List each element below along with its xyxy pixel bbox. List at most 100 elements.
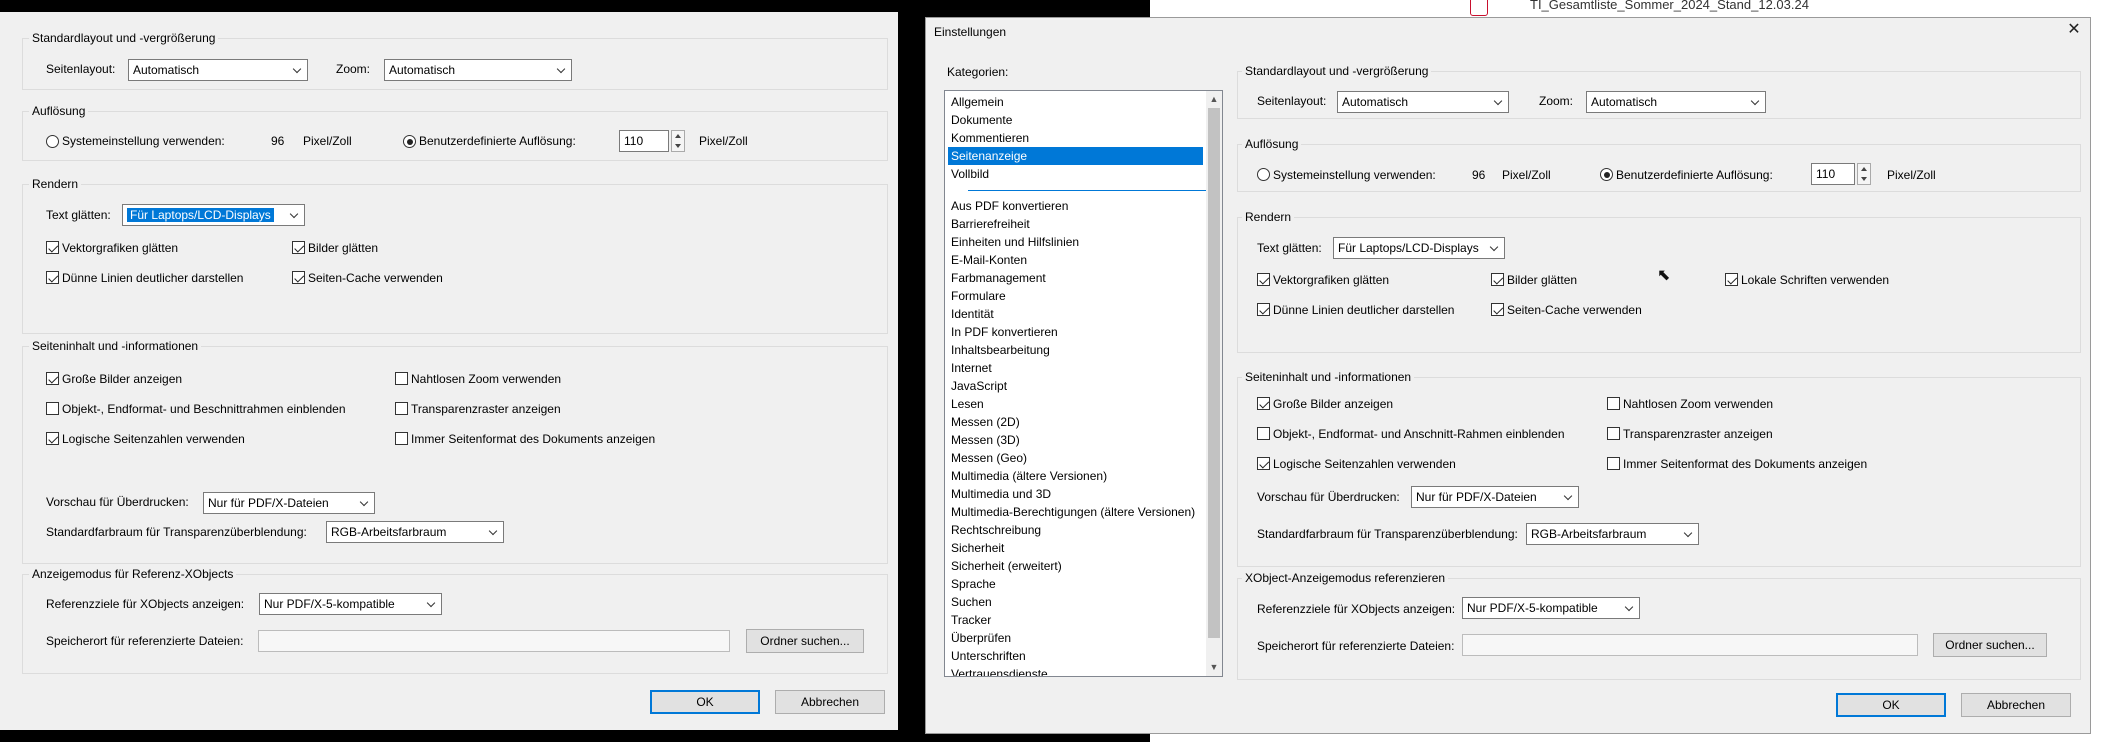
vector-smooth-checkbox[interactable] — [1257, 273, 1270, 286]
large-images-label: Große Bilder anzeigen — [62, 372, 183, 386]
category-item[interactable]: Vollbild — [948, 165, 989, 183]
large-images-checkbox[interactable] — [46, 372, 59, 385]
list-scrollbar[interactable]: ▲ ▼ — [1206, 91, 1222, 676]
referenced-location-field[interactable] — [1462, 634, 1918, 656]
category-item[interactable]: Inhaltsbearbeitung — [948, 341, 1050, 359]
page-layout-select[interactable]: Automatisch — [1337, 91, 1509, 113]
seamless-zoom-checkbox[interactable] — [395, 372, 408, 385]
category-item[interactable]: Allgemein — [948, 93, 1004, 111]
category-item[interactable]: Dokumente — [948, 111, 1012, 129]
xobject-targets-label: Referenzziele für XObjects anzeigen: — [1257, 602, 1456, 616]
overprint-select[interactable]: Nur für PDF/X-Dateien — [1411, 486, 1579, 508]
category-item[interactable]: Sprache — [948, 575, 996, 593]
cancel-button[interactable]: Abbrechen — [1961, 693, 2071, 717]
category-item[interactable]: Multimedia und 3D — [948, 485, 1051, 503]
transparency-grid-checkbox[interactable] — [1607, 427, 1620, 440]
thin-lines-checkbox[interactable] — [46, 271, 59, 284]
large-images-checkbox[interactable] — [1257, 397, 1270, 410]
system-resolution-radio[interactable] — [46, 135, 59, 148]
category-item[interactable]: Tracker — [948, 611, 991, 629]
category-item[interactable]: Messen (2D) — [948, 413, 1020, 431]
category-item[interactable]: Lesen — [948, 395, 984, 413]
category-item[interactable]: Sicherheit — [948, 539, 1004, 557]
page-cache-checkbox[interactable] — [1491, 303, 1504, 316]
local-fonts-checkbox[interactable] — [1725, 273, 1738, 286]
chevron-down-icon — [1747, 92, 1765, 112]
category-item[interactable]: In PDF konvertieren — [948, 323, 1058, 341]
overprint-label: Vorschau für Überdrucken: — [1257, 490, 1400, 504]
category-item[interactable]: Multimedia-Berechtigungen (ältere Versio… — [948, 503, 1195, 521]
page-cache-checkbox[interactable] — [292, 271, 305, 284]
category-item[interactable]: Messen (3D) — [948, 431, 1020, 449]
category-item[interactable]: Kommentieren — [948, 129, 1029, 147]
chevron-down-icon — [289, 60, 307, 80]
logical-pages-checkbox[interactable] — [1257, 457, 1270, 470]
cancel-button[interactable]: Abbrechen — [775, 690, 885, 714]
category-item-selected[interactable]: Seitenanzeige — [948, 147, 1203, 165]
smooth-text-select[interactable]: Für Laptops/LCD-Displays — [1333, 237, 1505, 259]
xobject-targets-select[interactable]: Nur PDF/X-5-kompatible — [259, 593, 442, 615]
category-item[interactable]: Vertrauensdienste — [948, 665, 1048, 676]
category-item[interactable]: Aus PDF konvertieren — [948, 197, 1068, 215]
thin-lines-checkbox[interactable] — [1257, 303, 1270, 316]
category-item[interactable]: Multimedia (ältere Versionen) — [948, 467, 1107, 485]
scroll-thumb[interactable] — [1208, 108, 1220, 638]
category-item[interactable]: Identität — [948, 305, 994, 323]
category-item[interactable]: Internet — [948, 359, 992, 377]
image-smooth-checkbox[interactable] — [1491, 273, 1504, 286]
category-item[interactable]: Einheiten und Hilfslinien — [948, 233, 1079, 251]
page-layout-label: Seitenlayout: — [1257, 94, 1327, 108]
overprint-select[interactable]: Nur für PDF/X-Dateien — [203, 492, 375, 514]
chevron-down-icon — [1621, 598, 1639, 618]
settings-dialog: Einstellungen ✕ Kategorien: Allgemein Dok… — [925, 17, 2091, 734]
browse-folder-button[interactable]: Ordner suchen... — [1933, 633, 2047, 657]
scroll-up-icon[interactable]: ▲ — [1206, 91, 1222, 107]
resolution-spinner[interactable] — [671, 130, 685, 152]
xobject-targets-select[interactable]: Nur PDF/X-5-kompatible — [1462, 597, 1640, 619]
always-page-format-checkbox[interactable] — [395, 432, 408, 445]
custom-resolution-unit: Pixel/Zoll — [1887, 168, 1936, 182]
page-layout-select[interactable]: Automatisch — [128, 59, 308, 81]
ok-button[interactable]: OK — [1836, 693, 1946, 717]
chevron-down-icon — [485, 522, 503, 542]
ok-button[interactable]: OK — [650, 690, 760, 714]
art-trim-bleed-checkbox[interactable] — [1257, 427, 1270, 440]
category-item[interactable]: Formulare — [948, 287, 1006, 305]
seamless-zoom-checkbox[interactable] — [1607, 397, 1620, 410]
category-item[interactable]: Sicherheit (erweitert) — [948, 557, 1062, 575]
category-item[interactable]: Farbmanagement — [948, 269, 1046, 287]
transparency-grid-checkbox[interactable] — [395, 402, 408, 415]
blend-space-select[interactable]: RGB-Arbeitsfarbraum — [326, 521, 504, 543]
close-icon[interactable]: ✕ — [2066, 22, 2082, 38]
local-fonts-label: Lokale Schriften verwenden — [1741, 273, 1890, 287]
zoom-select[interactable]: Automatisch — [384, 59, 572, 81]
category-item[interactable]: Überprüfen — [948, 629, 1011, 647]
browse-folder-button[interactable]: Ordner suchen... — [746, 629, 864, 653]
system-resolution-label: Systemeinstellung verwenden: — [1273, 168, 1436, 182]
category-item[interactable]: E-Mail-Konten — [948, 251, 1027, 269]
category-item[interactable]: Unterschriften — [948, 647, 1026, 665]
smooth-text-select[interactable]: Für Laptops/LCD-Displays — [122, 204, 305, 226]
custom-resolution-radio[interactable] — [403, 135, 416, 148]
category-item[interactable]: Messen (Geo) — [948, 449, 1027, 467]
custom-resolution-input[interactable]: 110 — [1811, 163, 1855, 185]
resolution-spinner[interactable] — [1857, 163, 1871, 185]
blend-space-select[interactable]: RGB-Arbeitsfarbraum — [1526, 523, 1699, 545]
resolution-title: Auflösung — [1242, 137, 1302, 151]
category-item[interactable]: Suchen — [948, 593, 992, 611]
custom-resolution-radio[interactable] — [1600, 168, 1613, 181]
system-resolution-radio[interactable] — [1257, 168, 1270, 181]
scroll-down-icon[interactable]: ▼ — [1206, 659, 1222, 675]
custom-resolution-input[interactable]: 110 — [619, 130, 669, 152]
referenced-location-field[interactable] — [258, 630, 730, 652]
vector-smooth-checkbox[interactable] — [46, 241, 59, 254]
art-trim-bleed-checkbox[interactable] — [46, 402, 59, 415]
always-page-format-checkbox[interactable] — [1607, 457, 1620, 470]
image-smooth-checkbox[interactable] — [292, 241, 305, 254]
custom-resolution-unit: Pixel/Zoll — [699, 134, 748, 148]
zoom-select[interactable]: Automatisch — [1586, 91, 1766, 113]
category-item[interactable]: JavaScript — [948, 377, 1007, 395]
logical-pages-checkbox[interactable] — [46, 432, 59, 445]
category-item[interactable]: Rechtschreibung — [948, 521, 1041, 539]
category-item[interactable]: Barrierefreiheit — [948, 215, 1030, 233]
